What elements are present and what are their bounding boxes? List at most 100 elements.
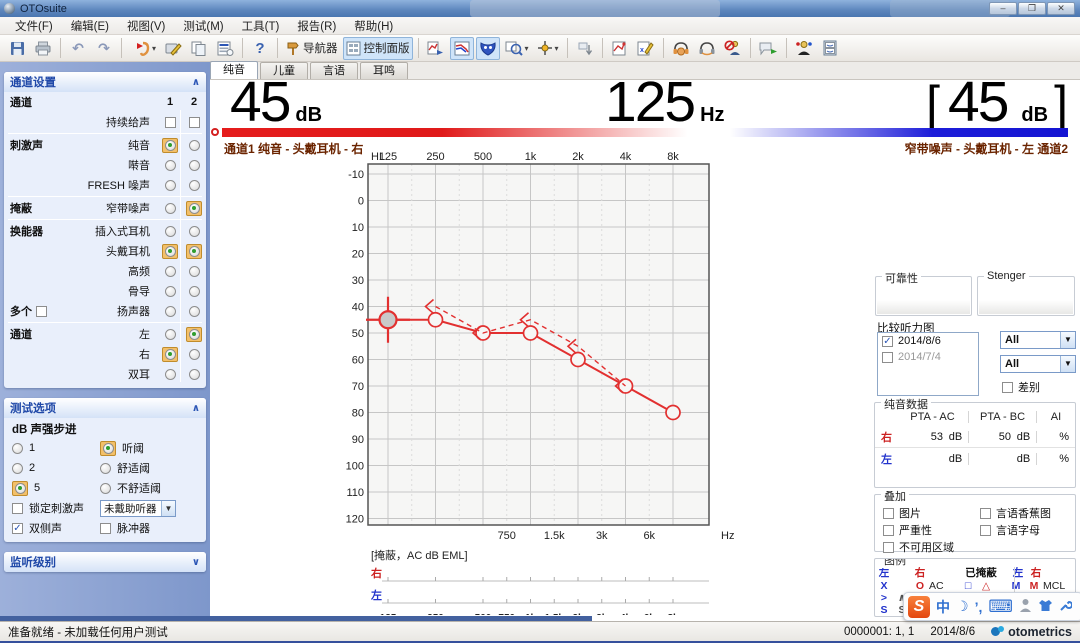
- multiple-checkbox[interactable]: [36, 306, 47, 317]
- insert-ch1-radio[interactable]: [165, 226, 176, 237]
- select-ear-button[interactable]: ▾: [127, 37, 159, 60]
- binaural-ch1-radio[interactable]: [165, 369, 176, 380]
- compare-filter2-select[interactable]: All▼: [1000, 355, 1076, 373]
- skin-shirt-icon[interactable]: [1038, 599, 1053, 615]
- save-button[interactable]: [5, 37, 29, 60]
- speaker-ch1-radio[interactable]: [165, 306, 176, 317]
- binaural-ch2-radio[interactable]: [189, 369, 200, 380]
- menu-test[interactable]: 测试(M): [174, 18, 232, 34]
- edit-report-button[interactable]: [161, 37, 185, 60]
- restore-button[interactable]: ❐: [1018, 2, 1046, 15]
- help-button[interactable]: ?: [248, 37, 272, 60]
- measurement-list-button[interactable]: [213, 37, 237, 60]
- menu-tools[interactable]: 工具(T): [233, 18, 289, 34]
- left-ch2-radio[interactable]: [189, 329, 200, 340]
- step-2-radio[interactable]: [12, 463, 23, 474]
- warble-ch2-radio[interactable]: [189, 160, 200, 171]
- difference-checkbox[interactable]: [1002, 382, 1013, 393]
- bone-ch2-radio[interactable]: [189, 286, 200, 297]
- curve-edit-button[interactable]: x: [634, 37, 658, 60]
- warble-ch1-radio[interactable]: [165, 160, 176, 171]
- pulse-checkbox[interactable]: [100, 523, 111, 534]
- punctuation-icon[interactable]: ’,: [975, 599, 983, 615]
- stimulus-tone-ch1-radio[interactable]: [165, 140, 176, 151]
- compare-filter1-select[interactable]: All▼: [1000, 331, 1076, 349]
- compare-1-checkbox[interactable]: ✓: [882, 336, 893, 347]
- transfer-small-button[interactable]: [573, 37, 597, 60]
- close-button[interactable]: ✕: [1047, 2, 1075, 15]
- bilateral-checkbox[interactable]: ✓: [12, 523, 23, 534]
- left-ch1-radio[interactable]: [165, 329, 176, 340]
- speech-banana-checkbox[interactable]: [980, 508, 991, 519]
- keyboard-icon[interactable]: ⌨: [988, 597, 1013, 617]
- copy-measurement-button[interactable]: [187, 37, 211, 60]
- talkback-headset-button[interactable]: [695, 37, 719, 60]
- menu-help[interactable]: 帮助(H): [345, 18, 402, 34]
- hf-ch1-radio[interactable]: [165, 266, 176, 277]
- compare-listbox[interactable]: ✓ 2014/8/6 2014/7/4: [877, 332, 979, 396]
- person-icon[interactable]: [1019, 598, 1032, 615]
- aided-dropdown[interactable]: 未戴助听器▼: [100, 500, 176, 517]
- monitor-mute-button[interactable]: [721, 37, 745, 60]
- moon-icon[interactable]: ☽: [956, 598, 969, 615]
- session-browser-button[interactable]: [818, 37, 842, 60]
- hf-ch2-radio[interactable]: [189, 266, 200, 277]
- undo-button[interactable]: ↶: [66, 37, 90, 60]
- compare-2-checkbox[interactable]: [882, 352, 893, 363]
- menu-view[interactable]: 视图(V): [118, 18, 174, 34]
- curve-note-button[interactable]: [608, 37, 632, 60]
- continuous-ch1-checkbox[interactable]: [165, 117, 176, 128]
- insert-ch2-radio[interactable]: [189, 226, 200, 237]
- ime-mode-icon[interactable]: 中: [936, 597, 950, 617]
- print-button[interactable]: [31, 37, 55, 60]
- minimize-button[interactable]: ‒: [989, 2, 1017, 15]
- tab-tinnitus[interactable]: 耳鸣: [360, 62, 408, 79]
- headphone-ch1-radio[interactable]: [165, 246, 176, 257]
- stimulus-tone-ch2-radio[interactable]: [189, 140, 200, 151]
- severity-checkbox[interactable]: [883, 525, 894, 536]
- right-ch1-radio[interactable]: [165, 349, 176, 360]
- fresh-noise-ch2-radio[interactable]: [189, 180, 200, 191]
- speech-letters-checkbox[interactable]: [980, 525, 991, 536]
- show-curves-button[interactable]: [450, 37, 474, 60]
- talk-forward-button[interactable]: [756, 37, 781, 60]
- compare-item-1[interactable]: ✓ 2014/8/6: [878, 333, 978, 349]
- patient-monitor-button[interactable]: [792, 37, 816, 60]
- monitor-level-header[interactable]: 监听级别 ∨: [4, 552, 206, 572]
- collapse-chevron-icon[interactable]: ∧: [192, 77, 200, 88]
- transfer-results-button[interactable]: [424, 37, 448, 60]
- mcl-radio[interactable]: [100, 463, 111, 474]
- zoom-selector-button[interactable]: ▾: [502, 37, 532, 60]
- menu-file[interactable]: 文件(F): [6, 18, 62, 34]
- wrench-icon[interactable]: [1059, 599, 1072, 615]
- bone-ch1-radio[interactable]: [165, 286, 176, 297]
- pictures-checkbox[interactable]: [883, 508, 894, 519]
- nbn-ch1-radio[interactable]: [165, 203, 176, 214]
- speaker-ch2-radio[interactable]: [189, 306, 200, 317]
- navigator-button[interactable]: 导航器: [283, 37, 341, 60]
- ucl-radio[interactable]: [100, 483, 111, 494]
- control-panel-button[interactable]: 控制面版: [343, 37, 413, 60]
- continuous-ch2-checkbox[interactable]: [189, 117, 200, 128]
- collapse-chevron-icon[interactable]: ∧: [192, 403, 200, 414]
- threshold-radio[interactable]: [103, 443, 114, 454]
- signal-level-button[interactable]: ▾: [534, 37, 562, 60]
- menu-edit[interactable]: 编辑(E): [62, 18, 118, 34]
- unavailable-area-checkbox[interactable]: [883, 542, 894, 553]
- audiogram-chart[interactable]: HL1252505001k2k4k8k-10010203040506070809…: [335, 150, 740, 615]
- compare-item-2[interactable]: 2014/7/4: [878, 349, 978, 365]
- step-1-radio[interactable]: [12, 443, 23, 454]
- lock-stimulus-checkbox[interactable]: [12, 503, 23, 514]
- right-ch2-radio[interactable]: [189, 349, 200, 360]
- expand-chevron-icon[interactable]: ∨: [192, 557, 200, 568]
- headphone-ch2-radio[interactable]: [189, 246, 200, 257]
- channel-settings-header[interactable]: 通道设置 ∧: [4, 72, 206, 92]
- nbn-ch2-radio[interactable]: [189, 203, 200, 214]
- sogou-logo-icon[interactable]: S: [908, 596, 930, 618]
- masking-button[interactable]: [476, 37, 500, 60]
- redo-button[interactable]: ↷: [92, 37, 116, 60]
- test-options-header[interactable]: 测试选项 ∧: [4, 398, 206, 418]
- fresh-noise-ch1-radio[interactable]: [165, 180, 176, 191]
- menu-report[interactable]: 报告(R): [288, 18, 345, 34]
- monitor-headset-button[interactable]: [669, 37, 693, 60]
